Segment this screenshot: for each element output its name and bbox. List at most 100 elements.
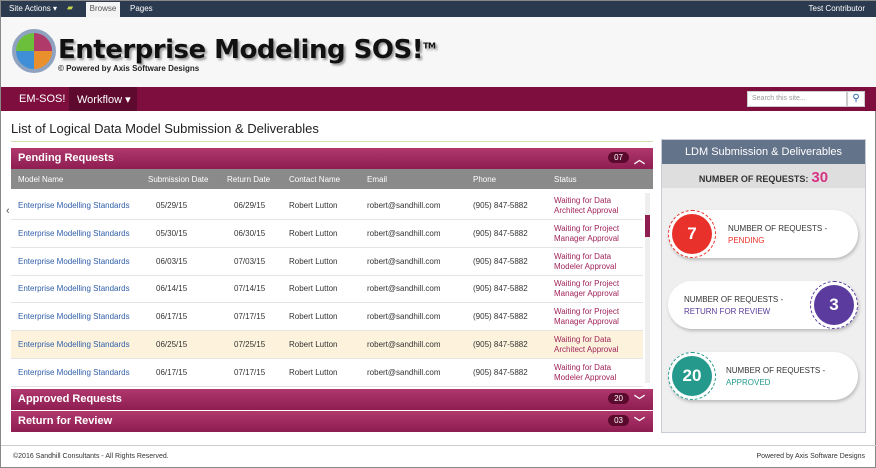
cell-contact-name: Robert Lutton [289,228,338,238]
chevron-down-icon[interactable]: ﹀ [634,392,645,408]
cell-submission-date: 06/14/15 [156,284,188,294]
site-actions-menu[interactable]: Site Actions ▾ [9,4,57,13]
approved-requests-header[interactable]: Approved Requests 20 ﹀ [11,389,653,410]
section-title: Approved Requests [18,393,122,405]
card-status: PENDING [728,236,765,245]
cell-contact-name: Robert Lutton [289,201,338,210]
summary-panel: LDM Submission & Deliverables NUMBER OF … [661,139,866,433]
search-icon[interactable]: ⚲ [847,91,865,107]
return-for-review-header[interactable]: Return for Review 03 ﹀ [11,411,653,432]
count-badge: 03 [608,415,629,426]
status-line: Manager Approval [554,317,619,327]
cell-email: robert@sandhill.com [367,367,441,377]
cell-email: robert@sandhill.com [367,256,441,266]
table-row[interactable]: Enterprise Modelling Standards 06/25/15 07… [11,331,643,359]
col-submission-date[interactable]: Submission Date [148,175,208,184]
panel-title: LDM Submission & Deliverables [662,140,865,164]
pending-card[interactable]: 7 NUMBER OF REQUESTS - PENDING [668,210,858,258]
site-logo-text[interactable]: Enterprise Modeling SOS!TM [58,35,436,65]
return-for-review-card[interactable]: NUMBER OF REQUESTS - RETURN FOR REVIEW 3 [668,281,858,329]
cell-model[interactable]: Enterprise Modelling Standards [18,368,130,377]
pending-requests-header[interactable]: Pending Requests 07 ︿ [11,148,653,169]
cell-return-date: 06/30/15 [234,228,266,238]
status-line: Waiting for Project [554,307,620,317]
cell-status: Waiting for Data Architect Approval [554,196,618,216]
table-row[interactable]: Enterprise Modelling Standards 05/30/15 06… [11,220,643,248]
cell-submission-date: 05/30/15 [156,228,188,238]
cell-model[interactable]: Enterprise Modelling Standards [18,340,130,349]
table-row[interactable]: Enterprise Modelling Standards 06/14/15 07… [11,275,643,304]
folder-icon[interactable]: ▰ [67,3,73,12]
cell-phone: (905) 847-5882 [473,284,528,294]
logo-tm: TM [423,41,436,51]
tab-browse[interactable]: Browse [86,2,120,17]
scrollbar-thumb[interactable] [645,215,650,237]
approved-count: 20 [668,352,716,400]
nav-em-sos[interactable]: EM-SOS! [19,87,65,111]
cell-status: Waiting for Data Modeler Approval [554,363,616,383]
nav-workflow[interactable]: Workflow ▾ [69,87,137,111]
cell-email: robert@sandhill.com [367,201,441,210]
card-status: APPROVED [726,378,771,387]
cell-email: robert@sandhill.com [367,312,441,322]
total-requests: NUMBER OF REQUESTS: 30 [662,164,865,188]
total-label: NUMBER OF REQUESTS: [698,174,809,184]
cell-email: robert@sandhill.com [367,340,441,349]
cell-return-date: 07/17/15 [234,312,266,322]
count-badge: 07 [608,152,629,163]
status-line: Architect Approval [554,345,619,354]
col-model-name[interactable]: Model Name [18,175,63,184]
cell-contact-name: Robert Lutton [289,256,338,266]
return-count: 3 [810,281,858,329]
logo-title: Enterprise Modeling SOS! [58,35,424,65]
col-return-date[interactable]: Return Date [227,175,270,184]
status-line: Modeler Approval [554,261,617,271]
cell-submission-date: 06/03/15 [156,256,188,266]
col-phone[interactable]: Phone [473,175,496,184]
cell-phone: (905) 847-5882 [473,367,528,377]
chevron-left-icon[interactable]: ‹ [6,205,10,217]
table-row[interactable]: Enterprise Modelling Standards 06/03/15 07… [11,248,643,276]
cell-return-date: 06/29/15 [234,201,266,210]
cell-phone: (905) 847-5882 [473,340,528,349]
scrollbar[interactable] [645,193,650,383]
chevron-down-icon[interactable]: ﹀ [634,414,645,430]
table-row[interactable]: Enterprise Modelling Standards 06/17/15 07… [11,303,643,332]
cell-model[interactable]: Enterprise Modelling Standards [18,312,130,321]
cell-status: Waiting for Project Manager Approval [554,279,619,299]
cell-status: Waiting for Data Modeler Approval [554,252,616,272]
cell-model[interactable]: Enterprise Modelling Standards [18,229,130,238]
chevron-up-icon[interactable]: ︿ [634,151,645,167]
cell-submission-date: 06/17/15 [156,367,188,377]
status-line: Waiting for Data [554,362,612,372]
cell-model[interactable]: Enterprise Modelling Standards [18,257,130,266]
logo-icon [12,29,56,73]
card-status: RETURN FOR REVIEW [684,307,771,316]
cell-model[interactable]: Enterprise Modelling Standards [18,284,130,293]
count-badge: 20 [608,393,629,404]
table-header: Model Name Submission Date Return Date C… [11,169,653,189]
cell-model[interactable]: Enterprise Modelling Standards [18,201,130,210]
divider [11,141,653,142]
status-line: Manager Approval [554,233,619,243]
site-header: Enterprise Modeling SOS!TM © Powered by … [1,17,876,87]
cell-return-date: 07/03/15 [234,256,266,266]
table-row[interactable]: Enterprise Modelling Standards 05/29/15 06… [11,192,643,220]
col-email[interactable]: Email [367,175,387,184]
search-input[interactable]: Search this site... [747,91,847,107]
user-menu[interactable]: Test Contributor [809,4,865,13]
col-status[interactable]: Status [554,175,577,184]
logo-subtitle: © Powered by Axis Software Designs [58,64,200,73]
approved-card[interactable]: 20 NUMBER OF REQUESTS - APPROVED [668,352,858,400]
cell-phone: (905) 847-5882 [473,256,528,266]
col-contact-name[interactable]: Contact Name [289,175,340,184]
cell-return-date: 07/17/15 [234,367,266,377]
card-label: NUMBER OF REQUESTS - [728,224,828,233]
cell-return-date: 07/25/15 [234,340,266,349]
tab-pages[interactable]: Pages [130,4,153,13]
cell-email: robert@sandhill.com [367,228,441,238]
status-line: Waiting for Project [554,279,620,289]
cell-email: robert@sandhill.com [367,284,441,294]
table-row[interactable]: Enterprise Modelling Standards 06/17/15 07… [11,359,643,387]
status-line: Waiting for Data [554,196,612,205]
